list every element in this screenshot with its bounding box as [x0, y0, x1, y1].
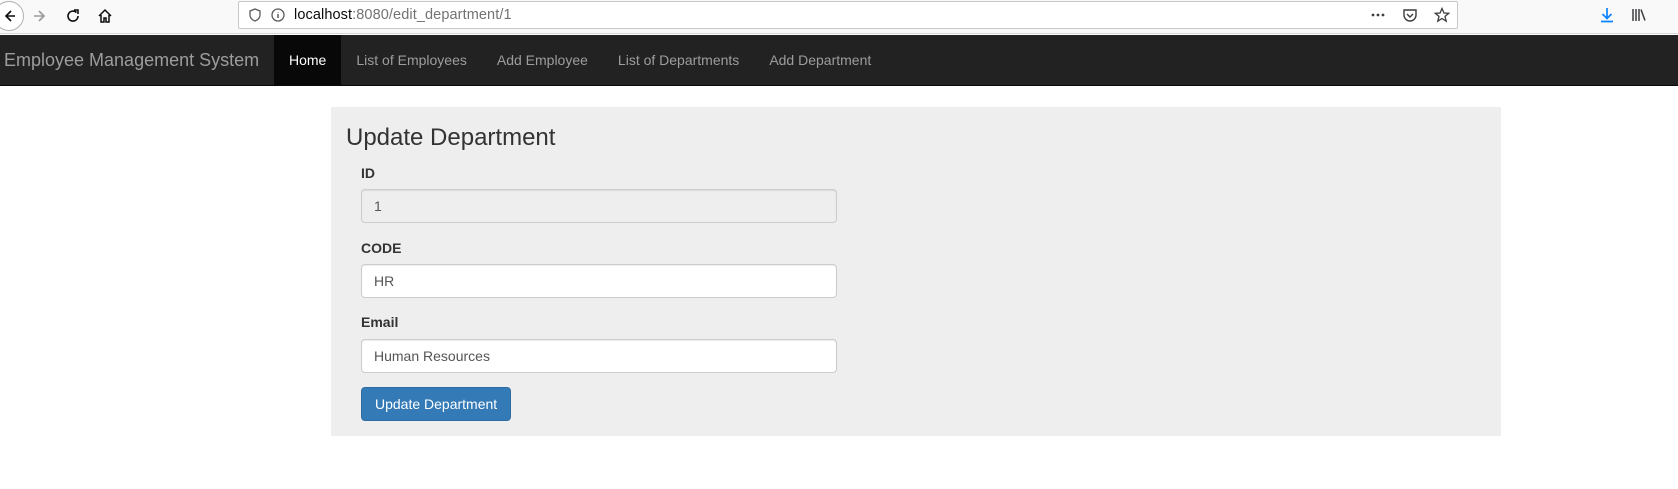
id-label: ID	[361, 165, 375, 181]
email-field[interactable]	[361, 339, 837, 373]
library-icon[interactable]	[1630, 6, 1648, 24]
reload-icon	[67, 9, 79, 22]
back-button[interactable]	[0, 1, 24, 31]
bookmark-star-icon[interactable]	[1433, 6, 1451, 24]
shield-icon[interactable]	[248, 8, 262, 22]
nav-menu: Home List of Employees Add Employee List…	[274, 35, 886, 85]
nav-item-list-of-departments[interactable]: List of Departments	[603, 35, 754, 85]
info-icon[interactable]	[271, 8, 285, 22]
navbar-brand[interactable]: Employee Management System	[4, 35, 259, 85]
update-department-button[interactable]: Update Department	[361, 387, 512, 421]
forward-button[interactable]	[26, 2, 54, 30]
nav-item-add-employee[interactable]: Add Employee	[482, 35, 603, 85]
home-button[interactable]	[91, 2, 119, 30]
pocket-icon[interactable]	[1401, 6, 1419, 24]
address-bar[interactable]: localhost:8080/edit_department/1	[238, 1, 1458, 29]
code-label: CODE	[361, 240, 402, 256]
more-actions-icon[interactable]	[1369, 6, 1387, 24]
download-icon[interactable]	[1598, 6, 1616, 24]
email-label: Email	[361, 314, 399, 330]
code-field[interactable]	[361, 264, 837, 298]
nav-item-home[interactable]: Home	[274, 35, 342, 85]
url-host: localhost	[294, 7, 353, 23]
browser-toolbar: localhost:8080/edit_department/1	[0, 0, 1678, 34]
id-field[interactable]	[361, 189, 837, 223]
nav-item-add-department[interactable]: Add Department	[754, 35, 886, 85]
navbar: Employee Management System Home List of …	[0, 35, 1678, 86]
nav-item-list-of-employees[interactable]: List of Employees	[341, 35, 482, 85]
url-text[interactable]: localhost:8080/edit_department/1	[294, 7, 512, 23]
arrow-right-icon	[34, 10, 46, 22]
update-department-panel: Update Department ID CODE Email Update D…	[331, 107, 1501, 436]
reload-button[interactable]	[59, 2, 87, 30]
page-title: Update Department	[346, 124, 556, 151]
home-icon	[98, 8, 112, 23]
arrow-left-icon	[4, 10, 15, 22]
url-path: :8080/edit_department/1	[352, 7, 512, 23]
